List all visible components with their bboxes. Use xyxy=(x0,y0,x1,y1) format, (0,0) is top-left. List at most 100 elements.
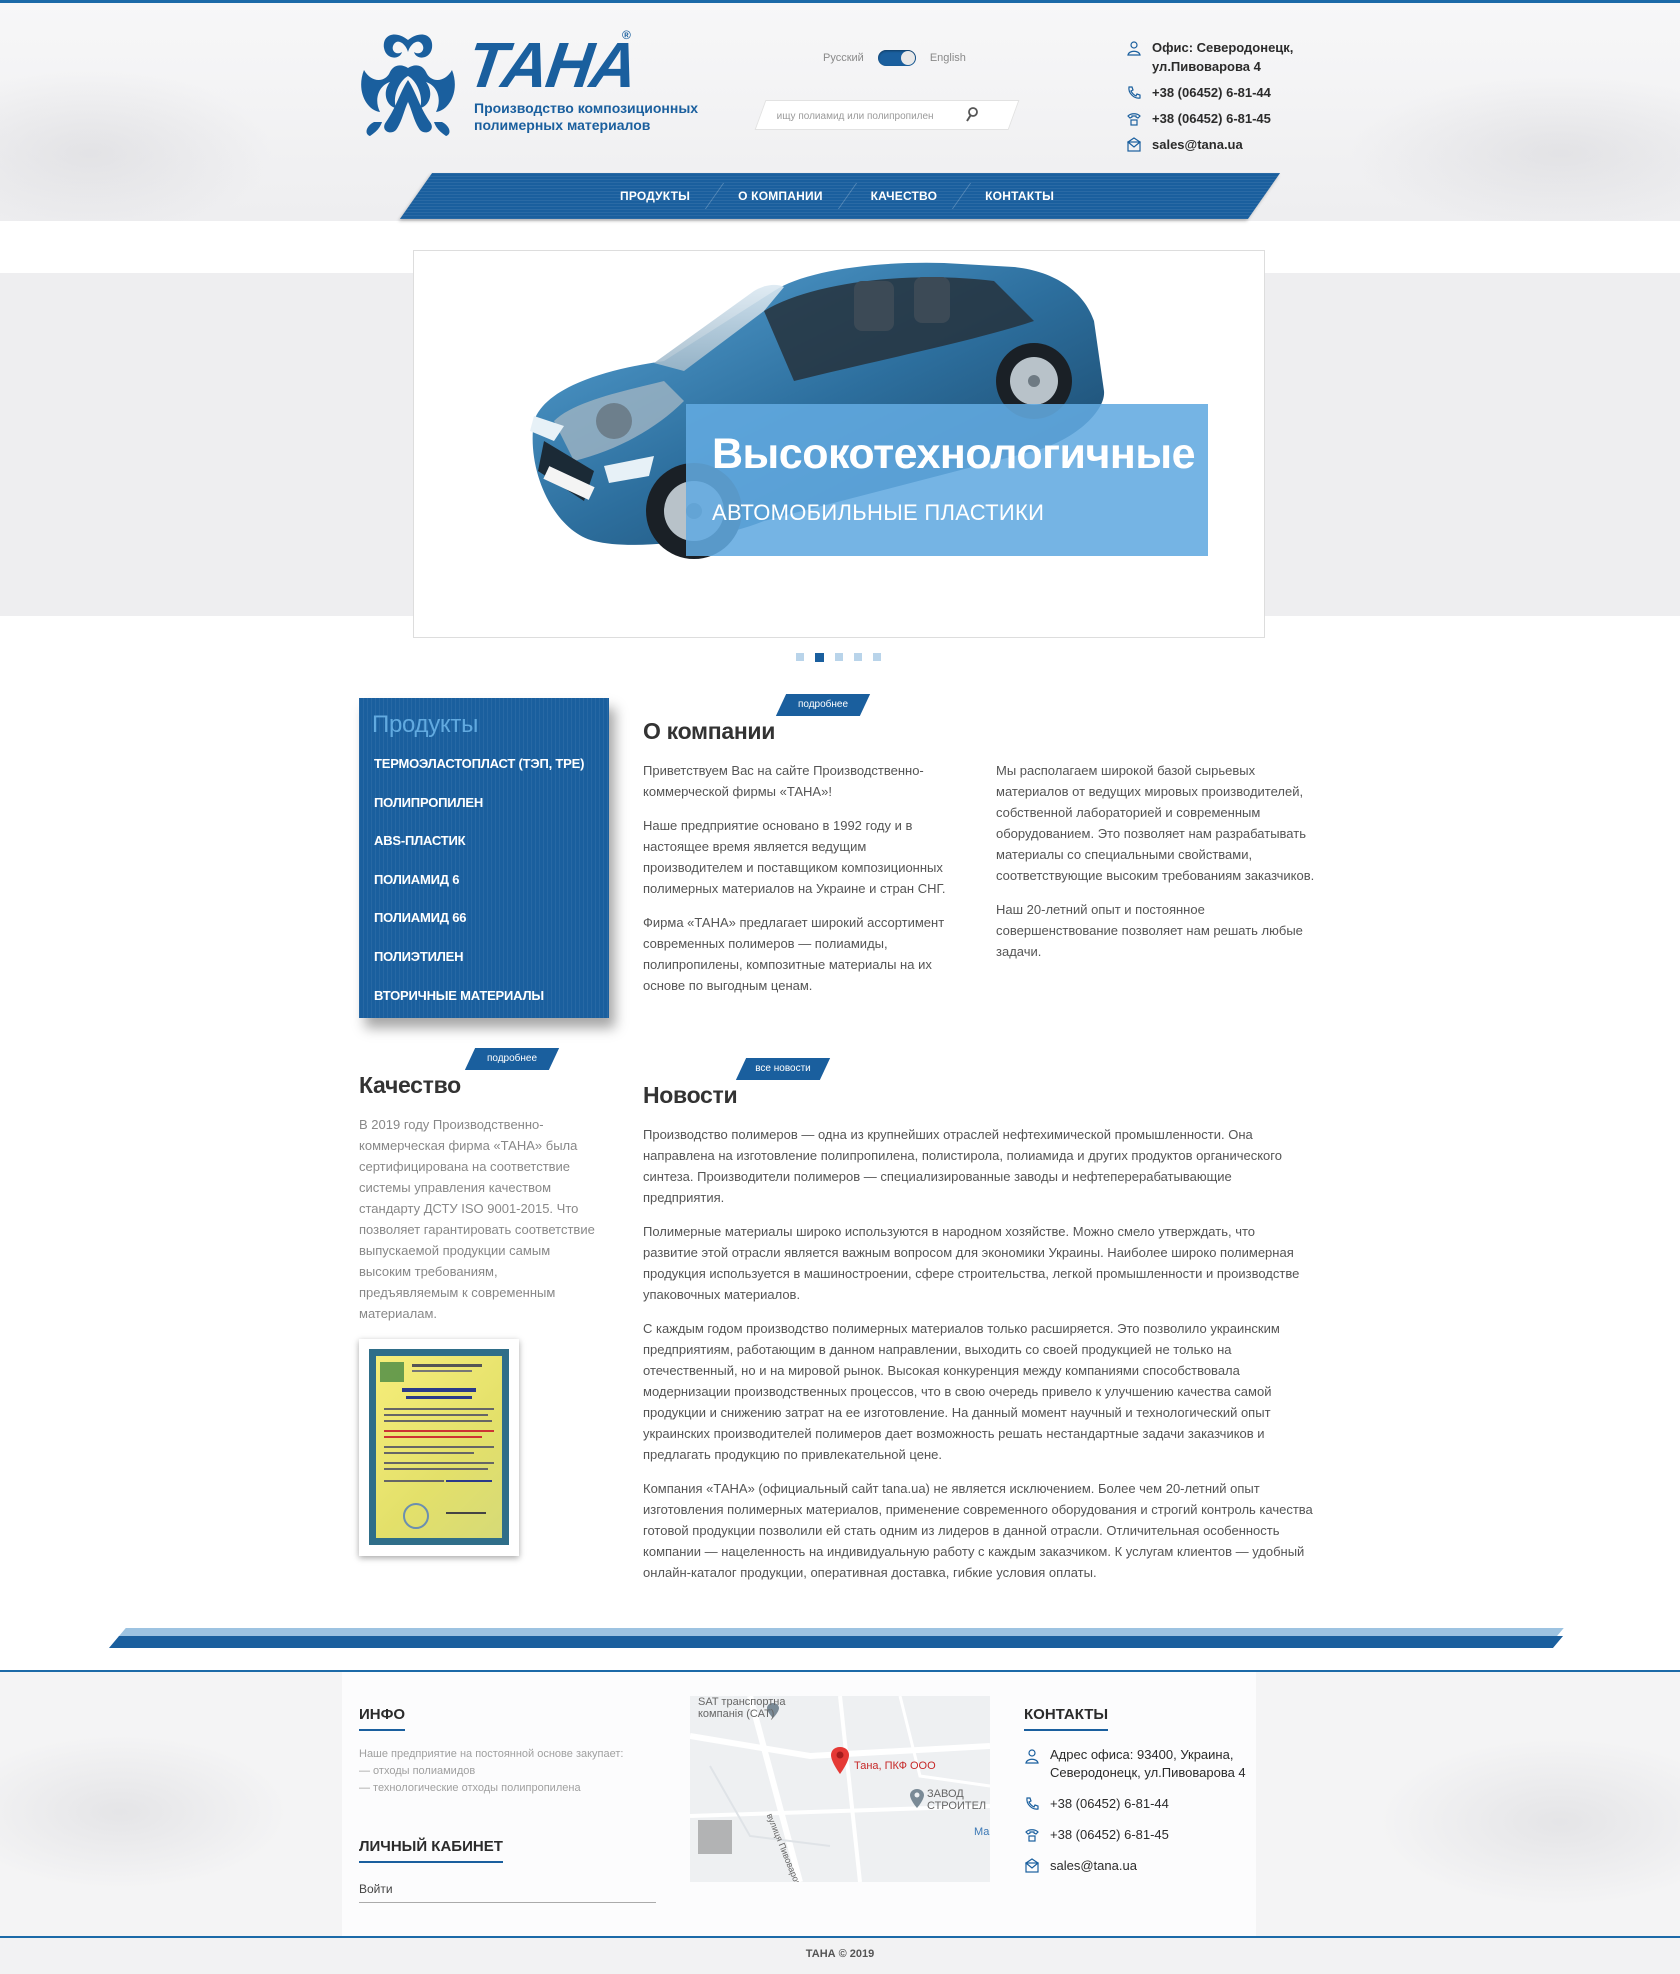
slider-dot[interactable] xyxy=(796,653,804,661)
mail-icon xyxy=(1024,1858,1040,1873)
about-paragraph: Фирма «ТАНА» предлагает широкий ассортим… xyxy=(643,915,945,993)
location-map[interactable]: SAT транспортна компанія (САТ) Тана, ПКФ… xyxy=(690,1696,990,1882)
news-body: Производство полимеров — одна из крупней… xyxy=(643,1124,1313,1596)
map-marker-icon[interactable] xyxy=(829,1746,851,1776)
about-paragraph: Приветствуем Вас на сайте Производственн… xyxy=(643,763,924,799)
footer-email[interactable]: sales@tana.ua xyxy=(1050,1856,1137,1875)
language-switch: Русский English xyxy=(823,50,966,66)
nav-item-contacts[interactable]: КОНТАКТЫ xyxy=(961,173,1078,219)
slider-dots xyxy=(796,653,881,662)
quality-more-label: подробнее xyxy=(486,1053,538,1064)
quality-text: В 2019 году Производственно-коммерческая… xyxy=(359,1117,595,1321)
header-phone1-row: +38 (06452) 6-81-44 xyxy=(1126,83,1302,102)
quality-title: Качество xyxy=(359,1072,461,1098)
product-item-abs[interactable]: ABS-ПЛАСТИК xyxy=(374,833,584,872)
product-item-recycled[interactable]: ВТОРИЧНЫЕ МАТЕРИАЛЫ xyxy=(374,988,584,1027)
map-label-plant: ЗАВОД СТРОИТЕЛ xyxy=(927,1788,987,1812)
header-office-text: Офис: Северодонецк, ул.Пивоварова 4 xyxy=(1152,40,1294,74)
footer-info-text: Наше предприятие на постоянной основе за… xyxy=(359,1746,659,1797)
news-all-label: все новости xyxy=(755,1063,811,1074)
header-email-row: sales@tana.ua xyxy=(1126,135,1302,154)
product-item-tpe[interactable]: ТЕРМОЭЛАСТОПЛАСТ (ТЭП, TPE) xyxy=(374,756,584,795)
language-toggle[interactable] xyxy=(877,50,916,66)
copyright: ТАНА © 2019 xyxy=(805,1948,875,1960)
products-title: Продукты xyxy=(372,711,479,738)
news-paragraph: Компания «ТАНА» (официальный сайт tana.u… xyxy=(643,1481,1313,1580)
slider-dot-active[interactable] xyxy=(815,653,824,662)
slide-caption: Высокотехнологичные АВТОМОБИЛЬНЫЕ ПЛАСТИ… xyxy=(686,404,1208,556)
main-nav: ПРОДУКТЫ О КОМПАНИИ КАЧЕСТВО КОНТАКТЫ xyxy=(596,173,1078,219)
logo-emblem-icon xyxy=(361,34,455,136)
location-person-icon xyxy=(1127,41,1141,56)
hero-slide[interactable]: Высокотехнологичные АВТОМОБИЛЬНЫЕ ПЛАСТИ… xyxy=(413,250,1265,638)
footer-address-row: Адрес офиса: 93400, Украина, Северодонец… xyxy=(1024,1746,1270,1782)
slide-title: Высокотехнологичные xyxy=(712,430,1196,478)
about-more-tag[interactable]: подробнее xyxy=(775,694,871,716)
header-phone1[interactable]: +38 (06452) 6-81-44 xyxy=(1152,83,1271,102)
header-email[interactable]: sales@tana.ua xyxy=(1152,135,1243,154)
footer-contacts-title: КОНТАКТЫ xyxy=(1024,1706,1109,1731)
slider-dot[interactable] xyxy=(835,653,843,661)
news-title: Новости xyxy=(643,1082,738,1108)
mail-icon xyxy=(1126,137,1142,152)
footer-info-line: — отходы полиамидов xyxy=(359,1765,476,1777)
footer-phone2-row: +38 (06452) 6-81-45 xyxy=(1024,1825,1270,1844)
nav-item-products[interactable]: ПРОДУКТЫ xyxy=(596,173,714,219)
lang-en-label[interactable]: English xyxy=(930,52,966,64)
product-item-polypropylene[interactable]: ПОЛИПРОПИЛЕН xyxy=(374,795,584,834)
logo-tagline: Производство композиционных полимерных м… xyxy=(474,100,699,133)
about-col2: Мы располагаем широкой базой сырьевых ма… xyxy=(996,760,1326,975)
product-item-pa6[interactable]: ПОЛИАМИД 6 xyxy=(374,872,584,911)
search-icon[interactable] xyxy=(965,106,979,124)
logo[interactable]: ТАНА ® Производство композиционных полим… xyxy=(356,26,716,146)
quality-more-tag[interactable]: подробнее xyxy=(464,1048,560,1070)
lang-ru-label[interactable]: Русский xyxy=(823,52,864,64)
fax-icon xyxy=(1025,1829,1039,1842)
search-box xyxy=(754,100,1020,130)
products-panel: Продукты ТЕРМОЭЛАСТОПЛАСТ (ТЭП, TPE) ПОЛ… xyxy=(359,698,609,1018)
registered-mark: ® xyxy=(622,28,631,42)
nav-item-about[interactable]: О КОМПАНИИ xyxy=(714,173,847,219)
footer-info-line: — технологические отходы полипропилена xyxy=(359,1782,581,1794)
footer-cabinet-title: ЛИЧНЫЙ КАБИНЕТ xyxy=(359,1838,503,1863)
footer-phone1[interactable]: +38 (06452) 6-81-44 xyxy=(1050,1794,1169,1813)
news-all-tag[interactable]: все новости xyxy=(735,1058,831,1080)
about-paragraph: Наше предприятие основано в 1992 году и … xyxy=(643,818,946,896)
footer-phone2[interactable]: +38 (06452) 6-81-45 xyxy=(1050,1825,1169,1844)
phone-icon xyxy=(1026,1797,1039,1810)
product-item-polyethylene[interactable]: ПОЛИЭТИЛЕН xyxy=(374,949,584,988)
slide-subtitle: АВТОМОБИЛЬНЫЕ ПЛАСТИКИ xyxy=(712,500,1045,525)
slider-dot[interactable] xyxy=(854,653,862,661)
certificate-lines-icon xyxy=(380,1362,494,1529)
nav-item-quality[interactable]: КАЧЕСТВО xyxy=(847,173,962,219)
news-paragraph: Полимерные материалы широко используются… xyxy=(643,1224,1300,1302)
footer-info-line: Наше предприятие на постоянной основе за… xyxy=(359,1748,624,1760)
news-paragraph: Производство полимеров — одна из крупней… xyxy=(643,1127,1282,1205)
phone-icon xyxy=(1128,86,1141,99)
about-title: О компании xyxy=(643,718,776,744)
certificate-thumbnail[interactable] xyxy=(359,1339,519,1556)
about-paragraph: Мы располагаем широкой базой сырьевых ма… xyxy=(996,763,1315,883)
location-person-icon xyxy=(1025,1749,1039,1764)
footer-address: Адрес офиса: 93400, Украина, Северодонец… xyxy=(1050,1747,1246,1780)
login-link[interactable]: Войти xyxy=(359,1882,656,1903)
about-more-label: подробнее xyxy=(797,699,849,710)
header-address: Офис: Северодонецк, ул.Пивоварова 4 xyxy=(1126,38,1302,76)
toggle-knob xyxy=(900,51,915,65)
about-col1: Приветствуем Вас на сайте Производственн… xyxy=(643,760,965,1009)
header-phone2[interactable]: +38 (06452) 6-81-45 xyxy=(1152,109,1271,128)
fax-icon xyxy=(1127,113,1141,126)
footer-divider xyxy=(108,1636,1564,1648)
header-phone2-row: +38 (06452) 6-81-45 xyxy=(1126,109,1302,128)
footer-email-row: sales@tana.ua xyxy=(1024,1856,1270,1875)
logo-wordmark: ТАНА xyxy=(462,29,641,101)
news-paragraph: С каждым годом производство полимерных м… xyxy=(643,1321,1280,1462)
footer-contacts: Адрес офиса: 93400, Украина, Северодонец… xyxy=(1024,1746,1270,1887)
map-label-edge: Ма xyxy=(974,1826,990,1838)
slider-dot[interactable] xyxy=(873,653,881,661)
product-item-pa66[interactable]: ПОЛИАМИД 66 xyxy=(374,910,584,949)
certificate-image xyxy=(376,1356,502,1538)
map-label-sat: SAT транспортна компанія (САТ) xyxy=(698,1696,786,1720)
search-input[interactable] xyxy=(776,106,967,126)
about-paragraph: Наш 20-летний опыт и постоянное совершен… xyxy=(996,902,1303,959)
